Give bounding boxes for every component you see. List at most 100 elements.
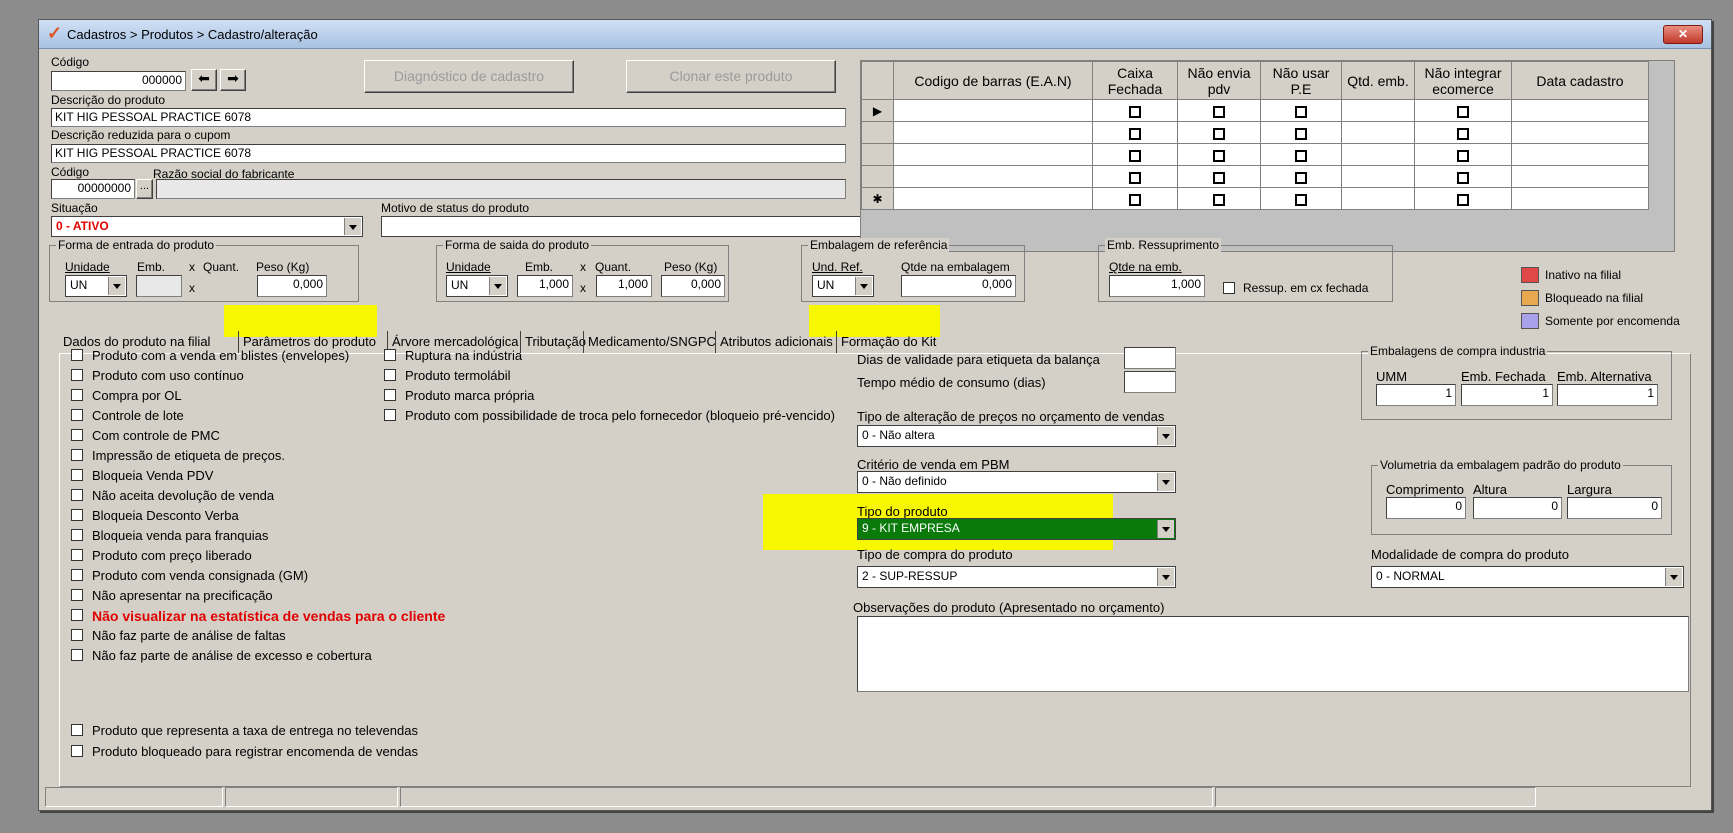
diagnostico-button[interactable]: Diagnóstico de cadastro: [364, 60, 574, 93]
grid-header-1[interactable]: Caixa Fechada: [1092, 61, 1178, 100]
tab-6[interactable]: Formação do Kit: [836, 331, 940, 353]
grid-cell[interactable]: [1092, 143, 1178, 166]
dias-validade-input[interactable]: [1124, 347, 1176, 369]
grid-checkbox[interactable]: [1213, 127, 1225, 140]
grid-cell[interactable]: [1177, 121, 1261, 144]
grid-cell[interactable]: [1260, 99, 1342, 122]
checkbox[interactable]: [71, 549, 83, 561]
emb-alt-input[interactable]: 1: [1557, 384, 1658, 406]
grid-cell[interactable]: [1177, 143, 1261, 166]
grid-checkbox[interactable]: [1457, 127, 1469, 140]
grid-cell[interactable]: [1414, 121, 1512, 144]
grid-row[interactable]: [861, 143, 1649, 166]
grid-checkbox[interactable]: [1295, 105, 1307, 118]
grid-row[interactable]: ✱: [861, 187, 1649, 210]
prev-button[interactable]: ⬅: [191, 69, 217, 91]
checkbox[interactable]: [71, 609, 83, 621]
grid-checkbox[interactable]: [1129, 193, 1141, 206]
entrada-emb-input[interactable]: [136, 275, 182, 297]
grid-header-2[interactable]: Não envia pdv: [1177, 61, 1261, 100]
emb-fechada-input[interactable]: 1: [1461, 384, 1553, 406]
checkbox[interactable]: [71, 629, 83, 641]
desc-reduzida-input[interactable]: KIT HIG PESSOAL PRACTICE 6078: [51, 144, 846, 163]
checkbox[interactable]: [71, 509, 83, 521]
grid-cell[interactable]: [1260, 121, 1342, 144]
grid-cell[interactable]: [893, 165, 1093, 188]
tab-5[interactable]: Atributos adicionais: [715, 331, 837, 353]
codigo-input[interactable]: 000000: [51, 71, 186, 91]
grid-checkbox[interactable]: [1129, 105, 1141, 118]
grid-checkbox[interactable]: [1129, 127, 1141, 140]
grid-cell[interactable]: [1177, 99, 1261, 122]
checkbox[interactable]: [384, 409, 396, 421]
ressup-qtde-input[interactable]: 1,000: [1109, 275, 1205, 297]
grid-cell[interactable]: [1414, 143, 1512, 166]
grid-cell[interactable]: [1414, 99, 1512, 122]
grid-row[interactable]: ▶: [861, 99, 1649, 122]
checkbox[interactable]: [71, 745, 83, 757]
grid-checkbox[interactable]: [1129, 171, 1141, 184]
grid-checkbox[interactable]: [1213, 105, 1225, 118]
grid-cell[interactable]: [1341, 143, 1415, 166]
grid-header-4[interactable]: Qtd. emb.: [1341, 61, 1415, 100]
grid-checkbox[interactable]: [1129, 149, 1141, 162]
obs-textarea[interactable]: [857, 616, 1689, 692]
saida-unidade-select[interactable]: UN: [446, 275, 508, 297]
grid-cell[interactable]: [1511, 99, 1649, 122]
grid-header-0[interactable]: Codigo de barras (E.A.N): [893, 61, 1093, 100]
checkbox[interactable]: [71, 429, 83, 441]
grid-header-3[interactable]: Não usar P.E: [1260, 61, 1342, 100]
grid-checkbox[interactable]: [1457, 149, 1469, 162]
grid-checkbox[interactable]: [1457, 105, 1469, 118]
grid-cell[interactable]: [1511, 143, 1649, 166]
grid-cell[interactable]: [893, 99, 1093, 122]
grid-checkbox[interactable]: [1295, 127, 1307, 140]
razao-social-input[interactable]: [156, 179, 846, 199]
entrada-unidade-select[interactable]: UN: [65, 275, 127, 297]
grid-checkbox[interactable]: [1213, 193, 1225, 206]
grid-cell[interactable]: [1511, 121, 1649, 144]
grid-header-6[interactable]: Data cadastro: [1511, 61, 1649, 100]
grid-cell[interactable]: [893, 143, 1093, 166]
grid-row[interactable]: [861, 121, 1649, 144]
tab-4[interactable]: Medicamento/SNGPC: [583, 331, 720, 353]
checkbox[interactable]: [384, 349, 396, 361]
ressup-cx-checkbox[interactable]: [1223, 282, 1235, 294]
next-button[interactable]: ➡: [220, 69, 246, 91]
descricao-input[interactable]: KIT HIG PESSOAL PRACTICE 6078: [51, 108, 846, 127]
tempo-medio-input[interactable]: [1124, 371, 1176, 393]
grid-header-5[interactable]: Não integrar ecomerce: [1414, 61, 1512, 100]
tipo-produto-select[interactable]: 9 - KIT EMPRESA: [857, 518, 1176, 540]
grid-cell[interactable]: [1341, 187, 1415, 210]
checkbox[interactable]: [71, 489, 83, 501]
grid-cell[interactable]: [893, 121, 1093, 144]
checkbox[interactable]: [384, 369, 396, 381]
checkbox[interactable]: [71, 569, 83, 581]
grid-checkbox[interactable]: [1295, 149, 1307, 162]
criterio-select[interactable]: 0 - Não definido: [857, 471, 1176, 493]
grid-cell[interactable]: [1341, 165, 1415, 188]
clonar-button[interactable]: Clonar este produto: [626, 60, 836, 93]
checkbox[interactable]: [71, 469, 83, 481]
checkbox[interactable]: [384, 389, 396, 401]
grid-cell[interactable]: [1341, 99, 1415, 122]
grid-cell[interactable]: [1092, 121, 1178, 144]
saida-peso-input[interactable]: 0,000: [661, 275, 725, 297]
grid-checkbox[interactable]: [1213, 149, 1225, 162]
grid-cell[interactable]: [1092, 165, 1178, 188]
grid-cell[interactable]: [1177, 165, 1261, 188]
checkbox[interactable]: [71, 589, 83, 601]
checkbox[interactable]: [71, 389, 83, 401]
grid-cell[interactable]: [1260, 143, 1342, 166]
grid-cell[interactable]: [1177, 187, 1261, 210]
entrada-peso-input[interactable]: 0,000: [257, 275, 327, 297]
fabricante-search-button[interactable]: ...: [136, 179, 153, 199]
fabricante-codigo-input[interactable]: 00000000: [51, 179, 135, 199]
grid-checkbox[interactable]: [1295, 171, 1307, 184]
situacao-select[interactable]: 0 - ATIVO: [51, 216, 363, 237]
grid-cell[interactable]: [1511, 187, 1649, 210]
embref-und-select[interactable]: UN: [812, 275, 874, 297]
tab-3[interactable]: Tributação: [520, 331, 590, 353]
embref-qtde-input[interactable]: 0,000: [901, 275, 1016, 297]
grid-cell[interactable]: [1260, 187, 1342, 210]
